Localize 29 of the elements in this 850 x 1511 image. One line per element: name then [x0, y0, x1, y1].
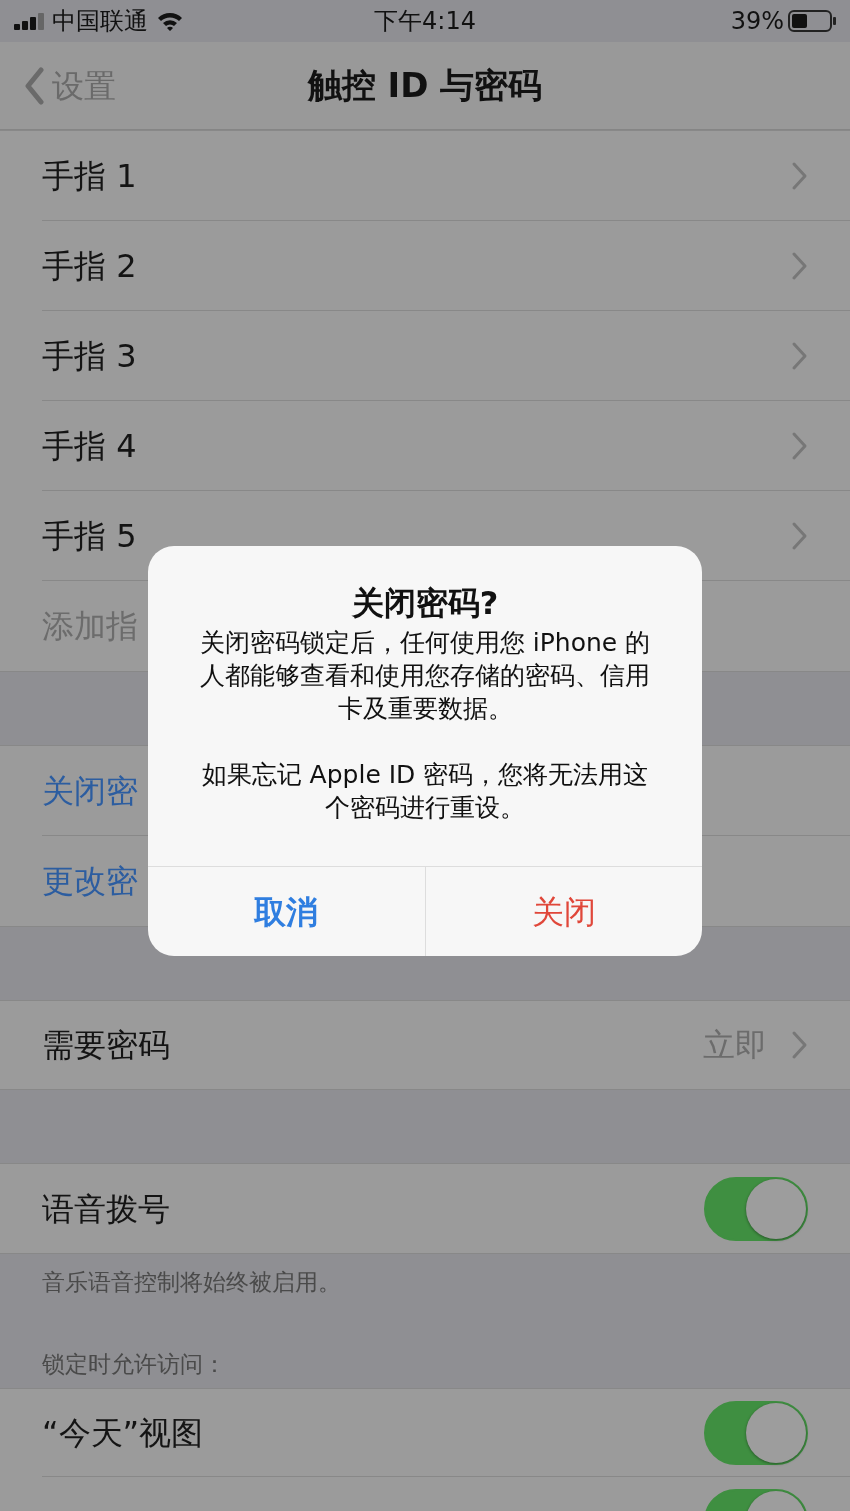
section-footer: 音乐语音控制将始终被启用。	[0, 1254, 850, 1344]
settings-row[interactable]: 手指 2	[42, 241, 137, 290]
chevron-icon	[791, 1030, 808, 1060]
chevron-icon	[791, 520, 808, 551]
settings-row[interactable]: 手指 3	[42, 331, 137, 380]
settings-row[interactable]: 手指 5	[42, 511, 137, 560]
battery-icon	[788, 10, 836, 32]
alert-button[interactable]: 取消	[148, 866, 425, 957]
battery-percent: 39%	[730, 6, 784, 37]
settings-row[interactable]: 手指 1	[42, 151, 137, 200]
page-title: 触控 ID 与密码	[307, 64, 543, 107]
settings-row[interactable]: 手指 4	[42, 421, 137, 470]
alert-message: 如果忘记 Apple ID 密码，您将无法用这个密码进行重设。	[200, 759, 650, 825]
setting-label: “今天”视图	[42, 1412, 204, 1454]
alert-message: 关闭密码锁定后，任何使用您 iPhone 的人都能够查看和使用您存储的密码、信用卡及重要数据。	[198, 627, 652, 726]
carrier-name: 中国联通	[52, 6, 148, 37]
section-header: 锁定时允许访问：	[41, 1350, 227, 1379]
chevron-icon	[791, 250, 808, 281]
chevron-icon	[791, 340, 808, 371]
status-time: 下午4:14	[374, 6, 476, 37]
alert-button[interactable]: 关闭	[424, 866, 702, 957]
setting-label: 语音拨号	[42, 1188, 170, 1230]
signal-icon	[14, 12, 44, 30]
chevron-icon	[791, 430, 808, 461]
wifi-icon	[156, 10, 184, 32]
settings-row[interactable]: 需要密码	[42, 1021, 170, 1069]
alert-title: 关闭密码?	[350, 583, 500, 623]
chevron-icon	[791, 160, 808, 191]
back-chevron-icon	[24, 66, 44, 105]
